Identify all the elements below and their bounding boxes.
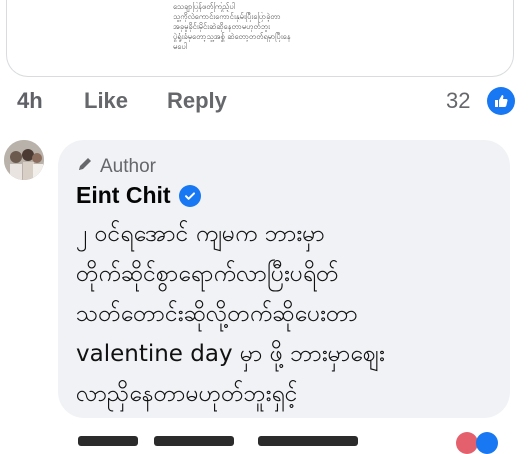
quoted-line: ပွဲရှုံးခံမှတော့သူ့အစ္စ် ဆဲတော့တတ်ရမှာပြ… — [173, 32, 291, 41]
quoted-comment-text: သေချာပြန်ဖတ်ကြည့်ပါ သူ့ကိုလဲကောင်းကောင်း… — [173, 2, 413, 52]
next-comment-peek — [58, 432, 532, 454]
like-thumb-icon — [476, 432, 498, 454]
comment-bubble: Author Eint Chit ၂ ဝင်ရအောင် ကျမက ဘားမှာ… — [58, 140, 510, 418]
comment-line: တိုက်ဆိုင်စွာရောက်လာပြီးပရိတ် — [76, 261, 339, 287]
author-badge: Author — [76, 155, 156, 179]
reaction-count[interactable]: 32 — [446, 88, 470, 114]
comment-line: သတ်တောင်းဆိုလို့တက်ဆိုပေးတာ — [76, 301, 358, 327]
quoted-line: သူ့ကိုလဲကောင်းကောင်းနှမ်းပြီးပြောခဲ့တာ — [173, 12, 281, 21]
comment-body: ၂ ဝင်ရအောင် ကျမက ဘားမှာ တိုက်ဆိုင်စွာရော… — [76, 214, 500, 414]
quoted-line: သေချာပြန်ဖတ်ကြည့်ပါ — [173, 2, 235, 11]
like-button[interactable]: Like — [84, 88, 128, 114]
verified-check-icon — [178, 184, 201, 207]
author-name[interactable]: Eint Chit — [76, 182, 171, 209]
quoted-line: အခုမှုခိုင်းမိုင်းဆဲဆိုနေတာမဟုတ်ဘူး — [173, 22, 270, 31]
quoted-line: မပေါ — [173, 42, 187, 51]
comment-actions: 4h Like Reply 32 — [0, 84, 532, 124]
pencil-icon — [76, 155, 94, 179]
comment-line: valentine day မှာ ဖို့ ဘားမှာဈေး — [76, 341, 385, 367]
comment-timestamp[interactable]: 4h — [17, 88, 43, 114]
reply-button[interactable]: Reply — [167, 88, 227, 114]
reaction-icon — [456, 432, 478, 454]
comment-line: ၂ ဝင်ရအောင် ကျမက ဘားမှာ — [76, 221, 325, 247]
comment-author: Eint Chit — [76, 182, 201, 209]
peek-text-fragment — [258, 436, 358, 446]
peek-text-fragment — [78, 436, 138, 446]
like-thumb-icon[interactable] — [487, 87, 515, 115]
comment-line: လာညှိနေတာမဟုတ်ဘူးရှင့် — [76, 381, 298, 407]
quoted-comment-card: သေချာပြန်ဖတ်ကြည့်ပါ သူ့ကိုလဲကောင်းကောင်း… — [6, 0, 514, 77]
peek-text-fragment — [154, 436, 234, 446]
avatar[interactable] — [4, 140, 44, 180]
author-badge-label: Author — [100, 156, 156, 177]
